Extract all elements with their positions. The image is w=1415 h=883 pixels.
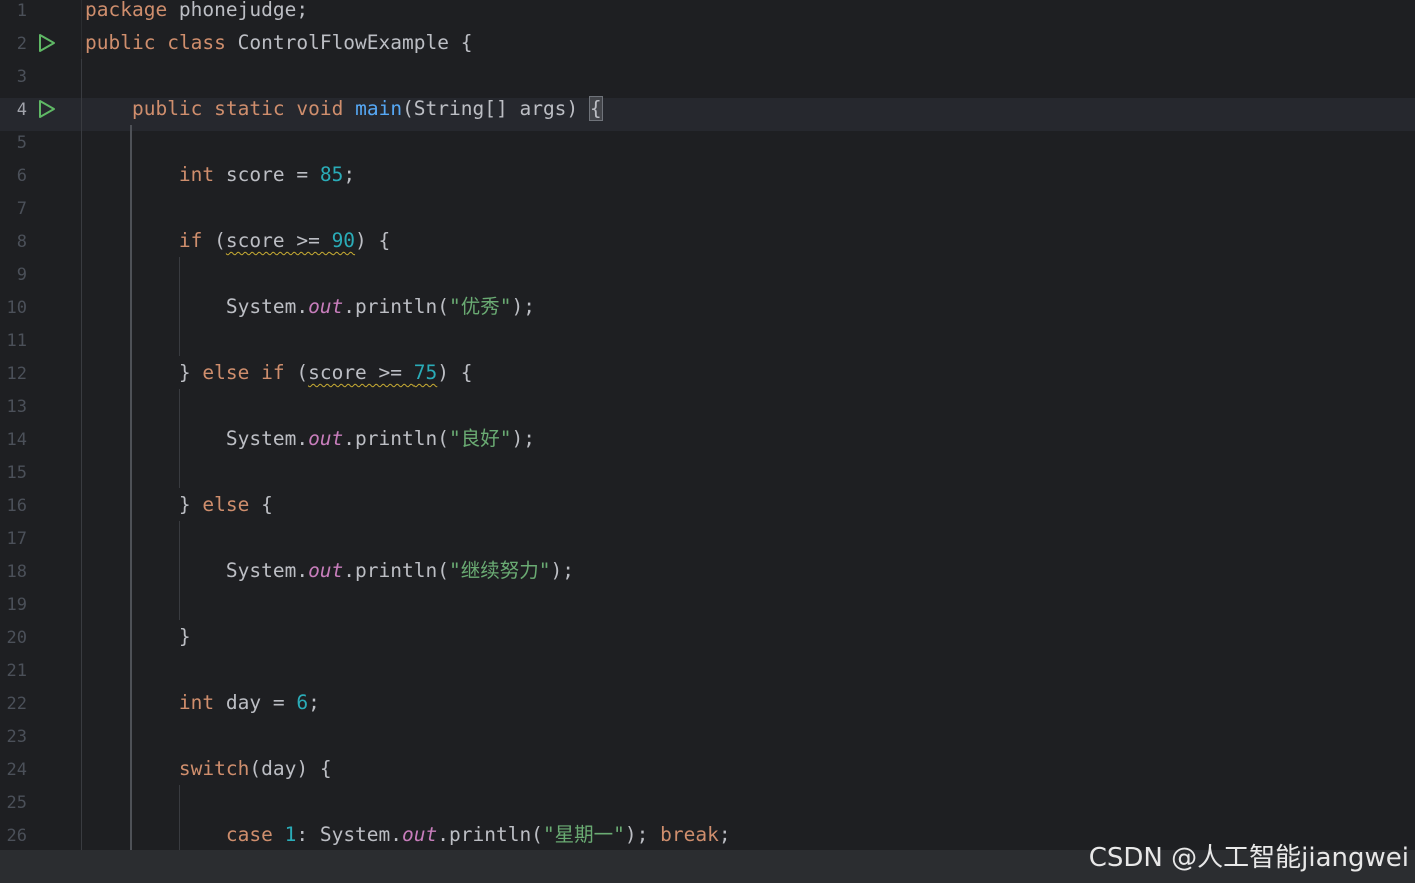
code-line[interactable]: 2 public class ControlFlowExample {: [0, 32, 1415, 65]
code-line[interactable]: 23: [0, 725, 1415, 758]
code-line[interactable]: 16 } else {: [0, 494, 1415, 527]
indent-guide-class: [81, 59, 82, 850]
code-text[interactable]: System.out.println("优秀");: [85, 296, 535, 329]
code-editor[interactable]: 1 package phonejudge; 2 public class Contro…: [0, 0, 1415, 850]
run-gutter-icon[interactable]: [37, 33, 57, 53]
code-line[interactable]: 12 } else if (score >= 75) {: [0, 362, 1415, 395]
code-line[interactable]: 9: [0, 263, 1415, 296]
run-gutter-icon[interactable]: [37, 99, 57, 119]
indent-guide-switch: [179, 785, 180, 850]
code-text[interactable]: int day = 6;: [85, 692, 320, 725]
code-line[interactable]: 19: [0, 593, 1415, 626]
code-line[interactable]: 25: [0, 791, 1415, 824]
code-line[interactable]: 20 }: [0, 626, 1415, 659]
code-text[interactable]: public class ControlFlowExample {: [85, 32, 472, 65]
code-line[interactable]: 10 System.out.println("优秀");: [0, 296, 1415, 329]
code-line[interactable]: 1 package phonejudge;: [0, 0, 1415, 32]
code-text[interactable]: switch(day) {: [85, 758, 332, 791]
line-number: 22: [6, 694, 27, 714]
line-number: 23: [6, 727, 27, 747]
indent-guide-else: [179, 521, 180, 620]
indent-guide-else-if: [179, 389, 180, 488]
watermark: CSDN @人工智能jiangwei: [1088, 843, 1409, 873]
code-text[interactable]: int score = 85;: [85, 164, 355, 197]
code-line[interactable]: 21: [0, 659, 1415, 692]
line-number: 10: [6, 298, 27, 318]
line-number: 24: [6, 760, 27, 780]
line-number: 18: [6, 562, 27, 582]
code-text[interactable]: case 1: System.out.println("星期一"); break…: [85, 824, 731, 850]
line-number: 21: [6, 661, 27, 681]
code-line[interactable]: 24 switch(day) {: [0, 758, 1415, 791]
line-number: 2: [16, 34, 27, 54]
code-line[interactable]: 11: [0, 329, 1415, 362]
line-number: 11: [6, 331, 27, 351]
line-number: 19: [6, 595, 27, 615]
line-number: 17: [6, 529, 27, 549]
code-line[interactable]: 15: [0, 461, 1415, 494]
line-number: 8: [16, 232, 27, 252]
code-line[interactable]: 18 System.out.println("继续努力");: [0, 560, 1415, 593]
code-line[interactable]: 6 int score = 85;: [0, 164, 1415, 197]
code-line[interactable]: 5: [0, 131, 1415, 164]
code-line[interactable]: 22 int day = 6;: [0, 692, 1415, 725]
line-number: 14: [6, 430, 27, 450]
code-text[interactable]: }: [85, 626, 191, 659]
code-line[interactable]: 4 public static void main(String[] args)…: [0, 96, 1415, 131]
line-number: 26: [6, 826, 27, 846]
code-text[interactable]: System.out.println("继续努力");: [85, 560, 574, 593]
code-text[interactable]: package phonejudge;: [85, 0, 308, 32]
line-number: 1: [16, 1, 27, 21]
code-text[interactable]: System.out.println("良好");: [85, 428, 535, 461]
code-text[interactable]: public static void main(String[] args) {: [85, 96, 603, 131]
line-number: 16: [6, 496, 27, 516]
line-number: 9: [16, 265, 27, 285]
code-line[interactable]: 17: [0, 527, 1415, 560]
line-number: 25: [6, 793, 27, 813]
indent-guide-main: [130, 125, 132, 850]
code-line[interactable]: 3: [0, 65, 1415, 98]
code-text[interactable]: } else if (score >= 75) {: [85, 362, 473, 395]
code-line[interactable]: 13: [0, 395, 1415, 428]
line-number: 7: [16, 199, 27, 219]
line-number: 20: [6, 628, 27, 648]
line-number: 5: [16, 133, 27, 153]
line-number: 13: [6, 397, 27, 417]
line-number: 12: [6, 364, 27, 384]
indent-guide-if: [179, 257, 180, 356]
line-number: 3: [16, 67, 27, 87]
code-line[interactable]: 7: [0, 197, 1415, 230]
code-line[interactable]: 14 System.out.println("良好");: [0, 428, 1415, 461]
line-number: 4: [16, 100, 27, 120]
code-line[interactable]: 8 if (score >= 90) {: [0, 230, 1415, 263]
line-number: 6: [16, 166, 27, 186]
line-number: 15: [6, 463, 27, 483]
